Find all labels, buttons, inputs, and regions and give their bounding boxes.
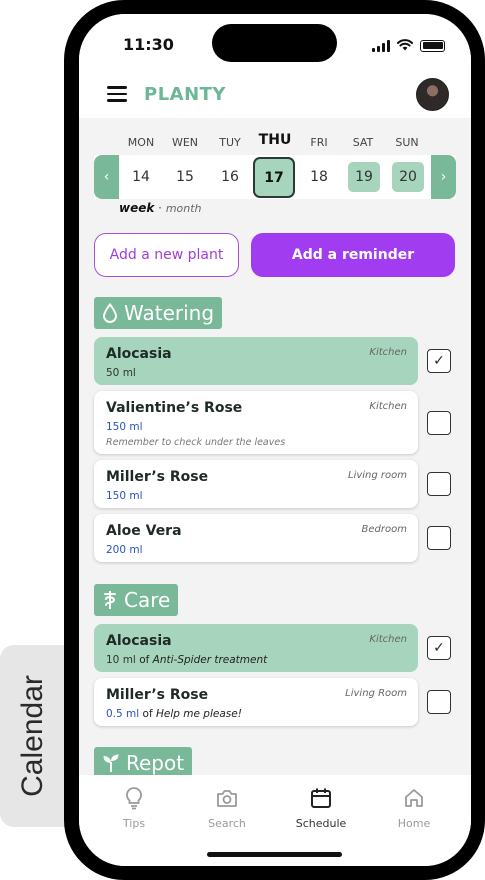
task-amount: 150 ml — [106, 421, 143, 433]
date-20[interactable]: 20 — [392, 162, 424, 192]
view-week-toggle[interactable]: week — [119, 201, 154, 215]
add-reminder-button[interactable]: Add a reminder — [251, 233, 455, 277]
check-icon: ✓ — [433, 640, 445, 656]
app-screen: 11:30 PLANTY MON WEN TUY THU FRI SAT SUN… — [79, 14, 471, 866]
task-plant-name: Alocasia — [106, 346, 172, 362]
task-amount: 150 ml — [106, 490, 143, 502]
nav-schedule-label: Schedule — [295, 817, 347, 830]
nav-schedule[interactable]: Schedule — [276, 785, 366, 830]
care-section-header: Care — [94, 584, 179, 616]
task-checkbox[interactable] — [427, 472, 451, 496]
task-plant-name: Valientine’s Rose — [106, 400, 243, 416]
care-of: of — [139, 708, 156, 720]
chevron-right-icon: › — [440, 169, 447, 185]
task-checkbox-checked[interactable]: ✓ — [427, 636, 451, 660]
date-15[interactable]: 15 — [169, 162, 201, 192]
task-checkbox[interactable] — [427, 526, 451, 550]
task-room: Living Room — [345, 688, 407, 699]
view-toggle: week · month — [119, 201, 202, 215]
task-amount: 200 ml — [106, 544, 143, 556]
home-indicator[interactable] — [207, 852, 342, 857]
view-month-toggle[interactable]: month — [166, 202, 202, 215]
task-room: Kitchen — [369, 634, 407, 645]
task-room: Living room — [348, 470, 407, 481]
caduceus-icon — [104, 591, 116, 609]
weekday-mon: MON — [127, 136, 155, 149]
battery-icon — [420, 39, 445, 52]
dynamic-island — [212, 24, 337, 62]
date-19[interactable]: 19 — [348, 162, 380, 192]
task-plant-name: Miller’s Rose — [106, 687, 209, 703]
task-card[interactable]: Valientine’s Rose Kitchen 150 ml Remembe… — [94, 391, 418, 454]
signal-icon — [372, 39, 390, 52]
calendar-icon — [276, 785, 366, 811]
task-amount: 0.5 ml of Help me please! — [106, 708, 242, 720]
avatar[interactable] — [416, 78, 449, 111]
task-amount: 10 ml of Anti-Spider treatment — [106, 654, 267, 666]
task-note: Remember to check under the leaves — [106, 437, 286, 448]
side-tab-label: Calendar — [16, 675, 49, 797]
task-card[interactable]: Alocasia Kitchen 10 ml of Anti-Spider tr… — [94, 624, 418, 672]
care-product: Help me please! — [155, 708, 242, 720]
add-plant-button[interactable]: Add a new plant — [94, 233, 239, 277]
task-plant-name: Aloe Vera — [106, 523, 182, 539]
watering-section-header: Watering — [94, 297, 223, 329]
care-of: of — [135, 654, 153, 666]
lightbulb-icon — [89, 785, 179, 811]
task-card[interactable]: Alocasia Kitchen 50 ml — [94, 337, 418, 385]
task-card[interactable]: Miller’s Rose Living Room 0.5 ml of Help… — [94, 678, 418, 726]
weekday-thu: THU — [258, 132, 292, 148]
prev-week-button[interactable]: ‹ — [94, 155, 119, 199]
nav-tips-label: Tips — [122, 817, 146, 830]
camera-icon — [182, 785, 272, 811]
watering-title: Watering — [124, 301, 215, 325]
home-icon — [369, 785, 459, 811]
task-amount: 50 ml — [106, 367, 136, 379]
next-week-button[interactable]: › — [431, 155, 456, 199]
task-checkbox[interactable] — [427, 690, 451, 714]
view-separator: · — [158, 201, 162, 215]
status-icons — [372, 36, 445, 55]
date-17-today[interactable]: 17 — [253, 157, 295, 198]
check-icon: ✓ — [433, 353, 445, 369]
phone-frame: 11:30 PLANTY MON WEN TUY THU FRI SAT SUN… — [64, 0, 485, 880]
care-title: Care — [124, 588, 171, 612]
care-amount: 0.5 ml — [106, 708, 140, 720]
weekday-sat: SAT — [352, 136, 374, 149]
date-16[interactable]: 16 — [214, 162, 246, 192]
task-card[interactable]: Aloe Vera Bedroom 200 ml — [94, 514, 418, 562]
date-14[interactable]: 14 — [125, 162, 157, 192]
app-brand: PLANTY — [144, 84, 226, 105]
nav-search[interactable]: Search — [182, 785, 272, 830]
weekday-names: MON WEN TUY THU FRI SAT SUN — [119, 132, 429, 152]
nav-home[interactable]: Home — [369, 785, 459, 830]
care-product: Anti-Spider treatment — [152, 654, 268, 666]
task-checkbox-checked[interactable]: ✓ — [427, 349, 451, 373]
nav-tips[interactable]: Tips — [89, 785, 179, 830]
repot-title: Repot — [126, 751, 185, 775]
sprout-icon — [103, 754, 119, 772]
task-checkbox[interactable] — [427, 411, 451, 435]
weekday-tuy: TUY — [219, 136, 241, 149]
date-18[interactable]: 18 — [303, 162, 335, 192]
status-time: 11:30 — [123, 35, 174, 54]
wifi-icon — [397, 36, 413, 55]
nav-home-label: Home — [397, 817, 431, 830]
task-room: Kitchen — [369, 347, 407, 358]
weekday-wen: WEN — [171, 136, 199, 149]
weekday-sun: SUN — [395, 136, 419, 149]
weekday-fri: FRI — [310, 136, 328, 149]
task-room: Bedroom — [361, 524, 407, 535]
task-card[interactable]: Miller’s Rose Living room 150 ml — [94, 460, 418, 508]
task-plant-name: Alocasia — [106, 633, 172, 649]
task-room: Kitchen — [369, 401, 407, 412]
chevron-left-icon: ‹ — [103, 169, 110, 185]
menu-icon[interactable] — [107, 86, 127, 102]
water-drop-icon — [102, 303, 118, 323]
task-plant-name: Miller’s Rose — [106, 469, 209, 485]
nav-search-label: Search — [208, 817, 246, 830]
care-amount: 10 ml — [106, 654, 136, 666]
